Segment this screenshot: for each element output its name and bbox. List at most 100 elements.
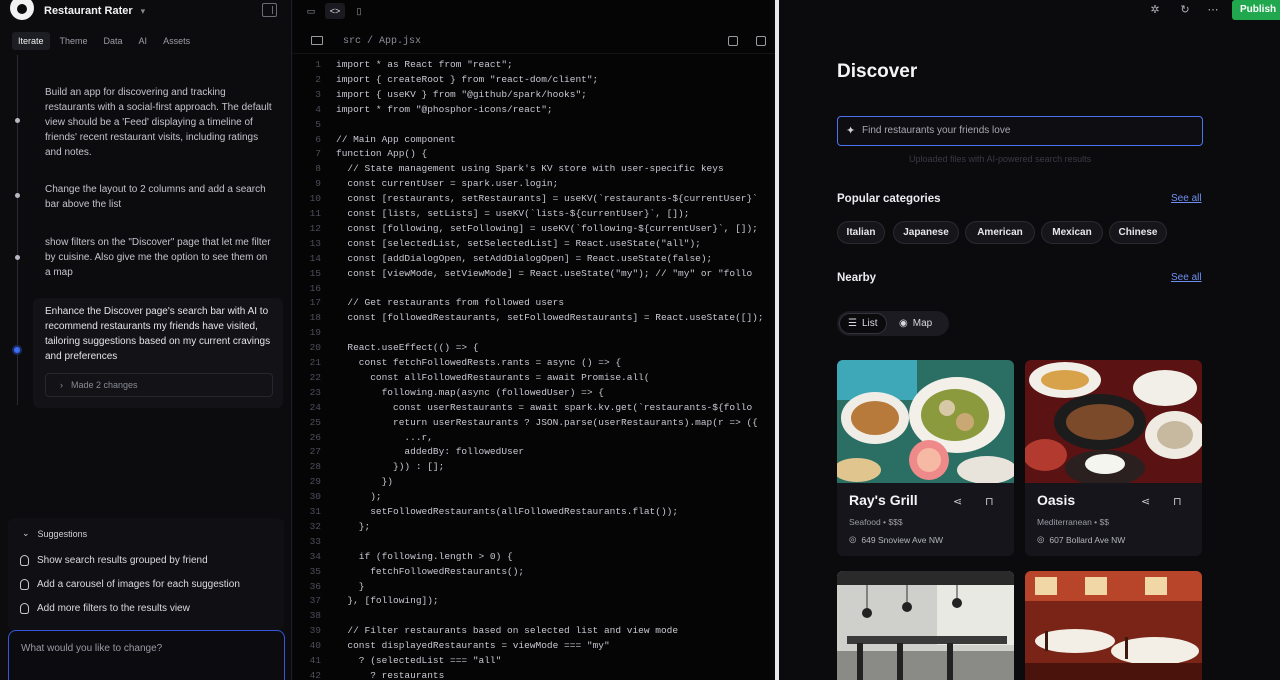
tab-theme[interactable]: Theme xyxy=(54,32,94,50)
suggestion-item[interactable]: Add more filters to the results view xyxy=(20,603,190,614)
code-text[interactable]: const [lists, setLists] = useKV(`lists-$… xyxy=(336,208,689,219)
code-line[interactable]: 3 import { useKV } from "@github/spark/ho… xyxy=(293,88,775,103)
restaurant-card[interactable]: Oasis ⋖ ⊓ Mediterranean • $$ ◎ 607 Bolla… xyxy=(1025,360,1202,556)
code-text[interactable]: addedBy: followedUser xyxy=(336,446,524,457)
code-text[interactable]: React.useEffect(() => { xyxy=(336,342,478,353)
code-line[interactable]: 19 xyxy=(293,326,775,341)
code-line[interactable]: 24 const userRestaurants = await spark.k… xyxy=(293,401,775,416)
code-text[interactable]: ? restaurants xyxy=(336,670,444,680)
list-view-button[interactable]: ☰ List xyxy=(839,313,887,334)
folder-icon[interactable] xyxy=(311,36,323,45)
code-text[interactable]: ); xyxy=(336,491,381,502)
split-view-icon[interactable]: ▯ xyxy=(349,3,369,19)
file-path[interactable]: src / App.jsx xyxy=(343,36,421,47)
code-text[interactable]: }, [following]); xyxy=(336,595,438,606)
code-text[interactable]: const allFollowedRestaurants = await Pro… xyxy=(336,372,649,383)
code-line[interactable]: 5 xyxy=(293,118,775,133)
restaurant-card[interactable] xyxy=(837,571,1014,680)
see-all-categories-link[interactable]: See all xyxy=(1171,193,1202,204)
code-text[interactable]: })) : []; xyxy=(336,461,444,472)
see-all-nearby-link[interactable]: See all xyxy=(1171,272,1202,283)
code-text[interactable]: } xyxy=(336,581,365,592)
prompt-input[interactable] xyxy=(21,643,271,654)
share-icon[interactable]: ⋖ xyxy=(1141,495,1150,508)
code-line[interactable]: 16 xyxy=(293,282,775,297)
changes-summary-button[interactable]: › Made 2 changes xyxy=(45,373,273,397)
code-text[interactable]: }) xyxy=(336,476,393,487)
timeline-dot[interactable] xyxy=(15,255,20,260)
tab-assets[interactable]: Assets xyxy=(157,32,196,50)
timeline-dot[interactable] xyxy=(15,118,20,123)
sidebar-toggle-icon[interactable] xyxy=(262,3,277,17)
code-text[interactable]: const fetchFollowedRests.rants = async (… xyxy=(336,357,621,368)
code-line[interactable]: 28 })) : []; xyxy=(293,460,775,475)
code-line[interactable]: 35 fetchFollowedRestaurants(); xyxy=(293,565,775,580)
save-icon[interactable] xyxy=(728,36,738,46)
code-text[interactable]: // Get restaurants from followed users xyxy=(336,297,564,308)
code-text[interactable]: const displayedRestaurants = viewMode ==… xyxy=(336,640,609,651)
category-chip-chinese[interactable]: Chinese xyxy=(1109,221,1167,244)
code-line[interactable]: 26 ...r, xyxy=(293,431,775,446)
timeline-message[interactable]: Enhance the Discover page's search bar w… xyxy=(45,304,275,364)
restaurant-card[interactable]: Ray's Grill ⋖ ⊓ Seafood • $$$ ◎ 649 Snov… xyxy=(837,360,1014,556)
code-text[interactable]: const [viewMode, setViewMode] = React.us… xyxy=(336,268,752,279)
code-line[interactable]: 29 }) xyxy=(293,475,775,490)
code-line[interactable]: 33 xyxy=(293,535,775,550)
code-line[interactable]: 39 // Filter restaurants based on select… xyxy=(293,624,775,639)
timeline-message[interactable]: Change the layout to 2 columns and add a… xyxy=(45,182,275,212)
code-line[interactable]: 22 const allFollowedRestaurants = await … xyxy=(293,371,775,386)
code-text[interactable]: // State management using Spark's KV sto… xyxy=(336,163,723,174)
category-chip-italian[interactable]: Italian xyxy=(837,221,885,244)
preview-toggle-icon[interactable]: ▭ xyxy=(301,3,321,19)
chevron-down-icon[interactable]: ▾ xyxy=(141,6,146,17)
code-line[interactable]: 30 ); xyxy=(293,490,775,505)
code-text[interactable]: import { createRoot } from "react-dom/cl… xyxy=(336,74,598,85)
tab-data[interactable]: Data xyxy=(98,32,129,50)
code-text[interactable]: if (following.length > 0) { xyxy=(336,551,513,562)
code-text[interactable]: ? (selectedList === "all" xyxy=(336,655,502,666)
code-text[interactable]: ...r, xyxy=(336,432,433,443)
code-text[interactable]: import * from "@phosphor-icons/react"; xyxy=(336,104,553,115)
publish-button[interactable]: Publish xyxy=(1232,0,1280,20)
suggestion-item[interactable]: Show search results grouped by friend xyxy=(20,555,208,566)
code-line[interactable]: 34 if (following.length > 0) { xyxy=(293,550,775,565)
code-toggle-icon[interactable]: <> xyxy=(325,3,345,19)
code-line[interactable]: 13 const [selectedList, setSelectedList]… xyxy=(293,237,775,252)
code-text[interactable]: const [followedRestaurants, setFollowedR… xyxy=(336,312,763,323)
code-line[interactable]: 37 }, [following]); xyxy=(293,594,775,609)
code-line[interactable]: 18 const [followedRestaurants, setFollow… xyxy=(293,311,775,326)
code-line[interactable]: 42 ? restaurants xyxy=(293,669,775,680)
copy-icon[interactable] xyxy=(756,36,766,46)
code-text[interactable]: import { useKV } from "@github/spark/hoo… xyxy=(336,89,587,100)
map-view-button[interactable]: ◉ Map xyxy=(891,313,940,334)
code-line[interactable]: 15 const [viewMode, setViewMode] = React… xyxy=(293,267,775,282)
code-line[interactable]: 9 const currentUser = spark.user.login; xyxy=(293,177,775,192)
code-line[interactable]: 25 return userRestaurants ? JSON.parse(u… xyxy=(293,416,775,431)
code-line[interactable]: 36 } xyxy=(293,580,775,595)
code-text[interactable]: // Filter restaurants based on selected … xyxy=(336,625,678,636)
search-bar[interactable]: ✦ xyxy=(837,116,1203,146)
code-text[interactable]: const [addDialogOpen, setAddDialogOpen] … xyxy=(336,253,712,264)
code-line[interactable]: 1 import * as React from "react"; xyxy=(293,58,775,73)
app-title[interactable]: Restaurant Rater xyxy=(44,5,133,17)
tab-ai[interactable]: AI xyxy=(133,32,154,50)
code-text[interactable]: const userRestaurants = await spark.kv.g… xyxy=(336,402,752,413)
code-line[interactable]: 23 following.map(async (followedUser) =>… xyxy=(293,386,775,401)
category-chip-japanese[interactable]: Japanese xyxy=(893,221,959,244)
bookmark-icon[interactable]: ⊓ xyxy=(1173,495,1182,508)
code-text[interactable]: const [restaurants, setRestaurants] = us… xyxy=(336,193,757,204)
code-line[interactable]: 31 setFollowedRestaurants(allFollowedRes… xyxy=(293,505,775,520)
tab-iterate[interactable]: Iterate xyxy=(12,32,50,50)
code-line[interactable]: 40 const displayedRestaurants = viewMode… xyxy=(293,639,775,654)
code-text[interactable]: following.map(async (followedUser) => { xyxy=(336,387,604,398)
suggestion-item[interactable]: Add a carousel of images for each sugges… xyxy=(20,579,240,590)
code-line[interactable]: 38 xyxy=(293,609,775,624)
category-chip-mexican[interactable]: Mexican xyxy=(1041,221,1103,244)
code-text[interactable]: function App() { xyxy=(336,148,427,159)
timeline-dot[interactable] xyxy=(15,193,20,198)
code-lines[interactable]: 1 import * as React from "react"; 2 import … xyxy=(293,58,775,680)
code-line[interactable]: 8 // State management using Spark's KV s… xyxy=(293,162,775,177)
code-line[interactable]: 27 addedBy: followedUser xyxy=(293,445,775,460)
code-text[interactable]: setFollowedRestaurants(allFollowedRestau… xyxy=(336,506,678,517)
more-icon[interactable]: ⋯ xyxy=(1207,4,1219,16)
